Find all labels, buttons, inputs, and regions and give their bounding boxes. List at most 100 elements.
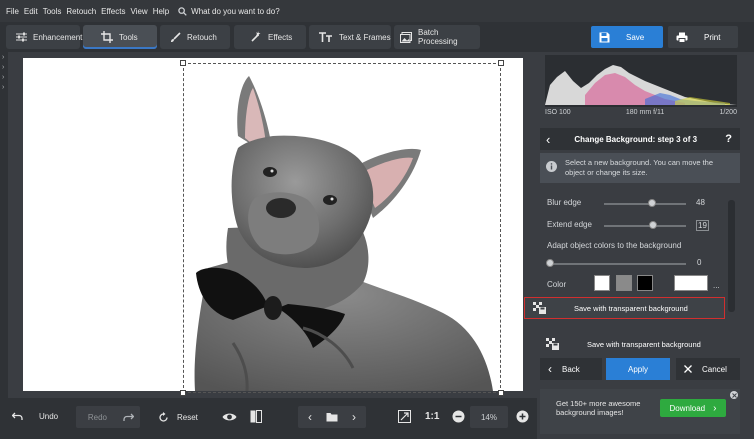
close-promo-button[interactable]: [730, 391, 738, 399]
panel-scrollbar[interactable]: [728, 200, 735, 312]
menu-view[interactable]: View: [130, 7, 147, 16]
chevron-right-icon[interactable]: ›: [2, 84, 4, 91]
step-header: ‹ Change Background: step 3 of 3 ?: [540, 128, 740, 150]
close-icon: [731, 392, 737, 398]
chevron-right-icon[interactable]: ›: [2, 54, 4, 61]
adapt-colors-value[interactable]: 0: [697, 258, 701, 267]
download-button[interactable]: Download ›: [660, 399, 726, 417]
actual-size-button[interactable]: 1:1: [425, 411, 439, 422]
search-box[interactable]: What do you want to do?: [178, 7, 280, 16]
undo-icon: [12, 412, 23, 420]
folder-icon[interactable]: [326, 412, 338, 422]
bottom-bar: Undo Redo Reset ‹ › 1:1 14%: [0, 398, 537, 439]
magic-wand-icon: [251, 31, 261, 42]
menu-file[interactable]: File: [6, 7, 19, 16]
search-input[interactable]: What do you want to do?: [191, 7, 280, 16]
tab-tools[interactable]: Tools: [83, 25, 157, 49]
search-icon: [178, 6, 187, 16]
undo-button[interactable]: Undo: [12, 412, 58, 421]
chevron-right-icon[interactable]: ›: [2, 64, 4, 71]
tab-enhancement[interactable]: Enhancement: [6, 25, 83, 49]
extend-edge-slider[interactable]: [604, 225, 686, 227]
save-transparent-button[interactable]: Save with transparent background: [540, 333, 740, 355]
blur-edge-label: Blur edge: [547, 198, 582, 207]
object-selection-frame[interactable]: [180, 60, 504, 396]
tab-text-frames[interactable]: Text & Frames: [309, 25, 391, 49]
blur-edge-slider[interactable]: [604, 203, 686, 205]
histogram: [545, 55, 737, 107]
tab-label: Retouch: [187, 32, 217, 42]
resize-handle[interactable]: [498, 60, 504, 66]
download-label: Download: [669, 403, 706, 413]
extend-edge-label: Extend edge: [547, 220, 592, 229]
zoom-out-icon[interactable]: [452, 410, 465, 423]
transparent-save-icon: [546, 338, 559, 350]
chevron-right-icon[interactable]: ›: [2, 74, 4, 81]
color-swatch-white[interactable]: [594, 275, 610, 291]
adapt-colors-slider[interactable]: [550, 263, 686, 265]
chevron-left-icon[interactable]: ‹: [308, 410, 312, 424]
adapt-colors-label: Adapt object colors to the background: [547, 241, 682, 250]
tab-effects[interactable]: Effects: [234, 25, 306, 49]
print-label: Print: [704, 32, 721, 42]
chevron-left-icon: ‹: [548, 362, 552, 376]
tab-batch-processing[interactable]: Batch Processing: [394, 25, 480, 49]
eye-icon[interactable]: [222, 412, 237, 422]
chevron-right-icon[interactable]: ›: [352, 410, 356, 424]
back-arrow-icon[interactable]: ‹: [546, 132, 550, 147]
crop-icon: [101, 31, 113, 43]
zoom-in-icon[interactable]: [516, 410, 529, 423]
resize-handle[interactable]: [180, 390, 186, 396]
undo-label: Undo: [39, 412, 59, 421]
blur-edge-value[interactable]: 48: [696, 198, 705, 207]
extend-edge-value-input[interactable]: 19: [696, 220, 709, 231]
left-collapse-strip[interactable]: › › › ›: [0, 52, 8, 398]
back-button[interactable]: ‹ Back: [540, 358, 602, 380]
exif-lens: 180 mm f/11: [625, 109, 665, 116]
menu-tools[interactable]: Tools: [43, 7, 62, 16]
print-button[interactable]: Print: [668, 26, 738, 48]
back-label: Back: [562, 364, 580, 374]
cancel-label: Cancel: [702, 364, 727, 374]
resize-handle[interactable]: [180, 60, 186, 66]
save-label: Save: [626, 32, 645, 42]
reset-icon: [159, 412, 168, 422]
save-transparent-button-highlighted[interactable]: Save with transparent background: [524, 297, 725, 319]
color-label: Color: [547, 280, 567, 289]
menu-effects[interactable]: Effects: [101, 7, 125, 16]
save-transparent-label: Save with transparent background: [587, 339, 701, 349]
compare-icon[interactable]: [250, 410, 262, 423]
chevron-right-icon: ›: [713, 402, 717, 414]
transparent-save-icon: [533, 302, 546, 314]
cancel-button[interactable]: Cancel: [676, 358, 740, 380]
adapt-colors-slider-knob[interactable]: [546, 259, 554, 267]
save-button[interactable]: Save: [591, 26, 663, 48]
zoom-level-field[interactable]: 14%: [470, 406, 508, 428]
apply-label: Apply: [627, 364, 648, 374]
more-colors-button[interactable]: ...: [713, 281, 720, 290]
exif-info: ISO 100 180 mm f/11 1/200: [545, 109, 737, 121]
sliders-icon: [16, 32, 27, 42]
tab-label: Text & Frames: [339, 32, 391, 42]
redo-button[interactable]: Redo: [76, 406, 140, 428]
menu-help[interactable]: Help: [153, 7, 169, 16]
menu-retouch[interactable]: Retouch: [66, 7, 96, 16]
menu-edit[interactable]: Edit: [24, 7, 38, 16]
color-swatch-black[interactable]: [637, 275, 653, 291]
tab-label: Tools: [119, 32, 138, 42]
reset-button[interactable]: Reset: [158, 412, 198, 423]
close-icon: [684, 365, 692, 373]
blur-edge-slider-knob[interactable]: [647, 199, 656, 207]
resize-handle[interactable]: [498, 390, 504, 396]
color-swatch-gray[interactable]: [616, 275, 632, 291]
fit-screen-icon[interactable]: [398, 410, 411, 423]
apply-button[interactable]: Apply: [606, 358, 670, 380]
help-icon[interactable]: ?: [725, 133, 732, 145]
tab-label: Batch Processing: [418, 28, 458, 46]
custom-color-swatch[interactable]: [674, 275, 708, 291]
zoom-value: 14%: [480, 412, 497, 422]
tab-label: Enhancement: [33, 32, 83, 42]
tab-label: Effects: [268, 32, 293, 42]
save-transparent-label: Save with transparent background: [574, 303, 688, 313]
tab-retouch[interactable]: Retouch: [160, 25, 230, 49]
